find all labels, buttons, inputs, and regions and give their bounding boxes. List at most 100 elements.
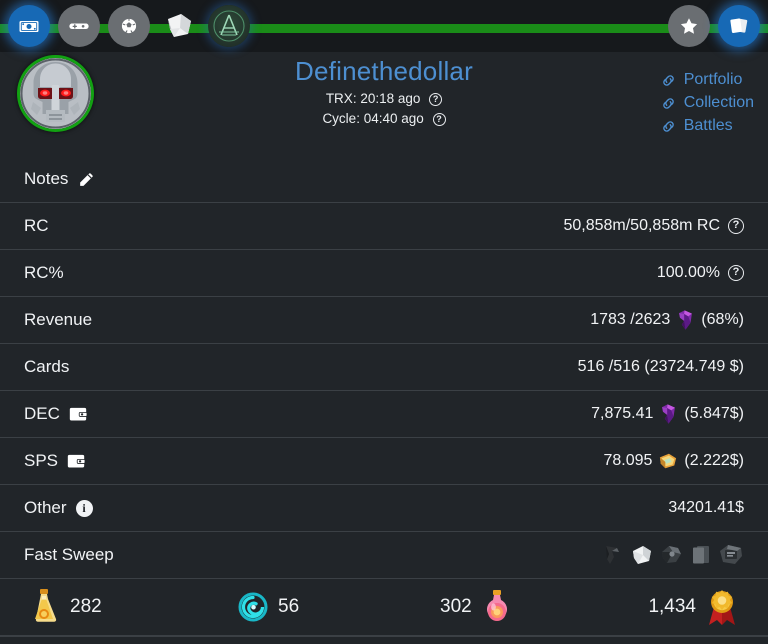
trx-value: 20:18 ago bbox=[360, 91, 421, 106]
bottom-stats-bar: 282 56 302 1,434 bbox=[0, 578, 768, 636]
row-label: Notes bbox=[24, 169, 96, 189]
trx-help-icon[interactable]: ? bbox=[429, 93, 443, 106]
stat-pink-potion[interactable]: 302 bbox=[440, 588, 512, 626]
stat-medal[interactable]: 1,434 bbox=[648, 587, 738, 627]
row-label: SPS bbox=[24, 451, 86, 471]
dec-gem-icon bbox=[679, 310, 693, 330]
chain-link-icon bbox=[662, 74, 674, 86]
nav-archmage-button[interactable] bbox=[208, 5, 250, 47]
revenue-value: 1783 /2623 bbox=[590, 311, 671, 328]
dec-value: 7,875.41 bbox=[591, 405, 654, 422]
pencil-edit-icon[interactable] bbox=[77, 170, 96, 189]
nav-ball-button[interactable] bbox=[108, 5, 150, 47]
row-value: 100.00% ? bbox=[657, 264, 744, 282]
sweep-untamed-icon[interactable] bbox=[630, 543, 654, 567]
table-row-other: Other i 34201.41$ bbox=[0, 485, 768, 532]
stat-gold-potion[interactable]: 282 bbox=[28, 587, 102, 627]
nav-icons-right bbox=[668, 5, 760, 47]
sweep-rebellion-icon[interactable] bbox=[718, 543, 744, 567]
header-title-block: Definethedollar TRX: 20:18 ago ? Cycle: … bbox=[0, 55, 768, 127]
rc-value: 50,858m/50,858m RC bbox=[563, 217, 720, 234]
stat-value: 56 bbox=[278, 595, 300, 617]
link-portfolio[interactable]: Portfolio bbox=[660, 71, 743, 89]
table-row-rc: RC 50,858m/50,858m RC ? bbox=[0, 203, 768, 250]
gold-potion-icon bbox=[35, 588, 57, 622]
sps-usd: (2.222$) bbox=[684, 452, 744, 469]
sweep-pack-icon[interactable] bbox=[690, 543, 712, 567]
chain-link-icon bbox=[662, 120, 674, 132]
wallet-icon[interactable] bbox=[67, 453, 86, 469]
paper-scroll-icon bbox=[168, 14, 191, 37]
sps-token-icon bbox=[660, 453, 677, 469]
gamepad-icon bbox=[69, 23, 89, 29]
table-row-sps: SPS 78.095 (2.222$) bbox=[0, 438, 768, 485]
row-value: 50,858m/50,858m RC ? bbox=[563, 217, 744, 235]
splinterlands-account-panel: Definethedollar TRX: 20:18 ago ? Cycle: … bbox=[0, 0, 768, 644]
page-title: Definethedollar bbox=[295, 56, 473, 86]
revenue-percent: (68%) bbox=[701, 311, 744, 328]
rc-percent-value: 100.00% bbox=[656, 264, 720, 281]
notes-label: Notes bbox=[24, 169, 69, 188]
sweep-chaos-icon[interactable] bbox=[660, 543, 684, 567]
table-row-cards: Cards 516 /516 (23724.749 $) bbox=[0, 344, 768, 391]
nav-scroll-button[interactable] bbox=[158, 5, 200, 47]
link-portfolio-label: Portfolio bbox=[683, 71, 743, 88]
table-row-notes: Notes bbox=[0, 156, 768, 203]
sps-label: SPS bbox=[24, 451, 59, 470]
row-label: RC% bbox=[24, 263, 64, 282]
stat-value: 1,434 bbox=[648, 595, 696, 617]
row-label: RC bbox=[24, 216, 49, 235]
info-icon[interactable]: i bbox=[75, 499, 93, 517]
star-icon bbox=[680, 18, 698, 34]
soccer-ball-icon bbox=[121, 18, 137, 34]
header-links: Portfolio Collection Battles bbox=[660, 71, 754, 135]
stat-voucher[interactable]: 56 bbox=[238, 592, 299, 622]
link-battles-label: Battles bbox=[683, 117, 733, 134]
stat-value: 282 bbox=[70, 595, 102, 617]
row-value: 1783 /2623 (68%) bbox=[590, 309, 744, 331]
nav-cards-button[interactable] bbox=[718, 5, 760, 47]
trx-label: TRX: bbox=[325, 91, 357, 106]
other-label: Other bbox=[24, 498, 67, 517]
row-label: Cards bbox=[24, 357, 70, 376]
chain-link-icon bbox=[662, 97, 674, 109]
table-row-dec: DEC 7,875.41 (5.847$) bbox=[0, 391, 768, 438]
stats-table: Notes RC 50,858m/50,858m RC ? RC% 100.00… bbox=[0, 156, 768, 579]
bottom-divider bbox=[0, 636, 768, 637]
table-row-rc-percent: RC% 100.00% ? bbox=[0, 250, 768, 297]
gold-medal-icon bbox=[709, 589, 735, 625]
stat-value: 302 bbox=[440, 595, 472, 617]
link-battles[interactable]: Battles bbox=[660, 117, 733, 135]
row-value: 34201.41$ bbox=[668, 499, 744, 516]
nav-gamepad-button[interactable] bbox=[58, 5, 100, 47]
dec-usd: (5.847$) bbox=[684, 405, 744, 422]
row-value: 7,875.41 (5.847$) bbox=[591, 403, 744, 425]
row-label: Revenue bbox=[24, 310, 93, 329]
row-label: DEC bbox=[24, 404, 87, 424]
cycle-help-icon[interactable]: ? bbox=[432, 113, 446, 126]
nav-favorites-button[interactable] bbox=[668, 5, 710, 47]
cards-icon bbox=[730, 18, 748, 33]
archmage-a-icon bbox=[213, 10, 245, 42]
dec-gem-icon bbox=[662, 404, 676, 424]
rc-help-icon[interactable]: ? bbox=[728, 218, 744, 234]
top-navigation-bar bbox=[0, 0, 768, 52]
nav-icons-left bbox=[8, 5, 250, 47]
fast-sweep-icons bbox=[602, 543, 744, 567]
table-row-fast-sweep: Fast Sweep bbox=[0, 532, 768, 579]
pink-potion-icon bbox=[486, 589, 507, 621]
trx-meta: TRX: 20:18 ago ? bbox=[0, 90, 768, 107]
link-collection[interactable]: Collection bbox=[660, 94, 754, 112]
nav-money-button[interactable] bbox=[8, 5, 50, 47]
wallet-icon[interactable] bbox=[69, 406, 87, 422]
row-value: 516 /516 (23724.749 $) bbox=[577, 358, 744, 375]
sweep-beta-icon[interactable] bbox=[602, 543, 624, 567]
rc-percent-help-icon[interactable]: ? bbox=[728, 265, 744, 281]
row-value: 78.095 (2.222$) bbox=[603, 452, 744, 470]
cycle-meta: Cycle: 04:40 ago ? bbox=[0, 110, 768, 127]
money-icon bbox=[19, 21, 39, 32]
cycle-label: Cycle: bbox=[322, 111, 360, 126]
dec-label: DEC bbox=[24, 404, 60, 423]
row-label: Other i bbox=[24, 498, 93, 518]
cycle-value: 04:40 ago bbox=[363, 111, 424, 126]
